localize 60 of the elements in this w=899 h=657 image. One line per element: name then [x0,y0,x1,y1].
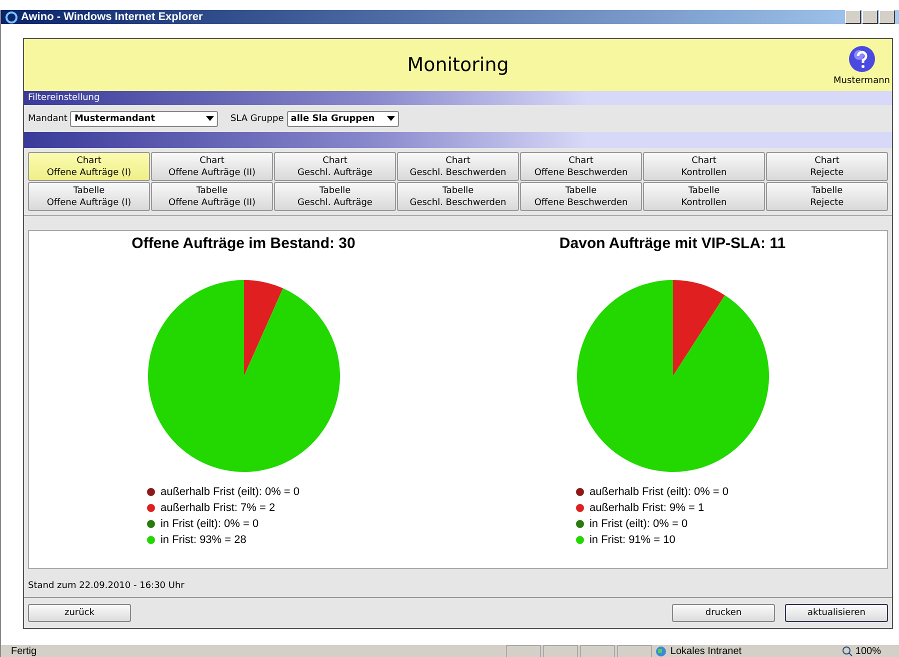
legend-dot [576,488,584,496]
status-text: Fertig [11,646,37,657]
page-title: Monitoring [407,54,509,76]
legend-label: außerhalb Frist (eilt): 0% = 0 [589,486,729,498]
user-name: Mustermann [834,76,890,86]
tab[interactable]: Tabelle Geschl. Beschwerden [397,182,519,211]
tab[interactable]: Chart Rejecte [766,152,888,181]
zoom-level[interactable]: 100% [855,646,881,657]
dropdown-arrow-icon [206,116,214,121]
tab[interactable]: Chart Geschl. Beschwerden [397,152,519,181]
tab[interactable]: Chart Offene Beschwerden [520,152,642,181]
tab[interactable]: Chart Offene Aufträge (II) [151,152,273,181]
legend-dot [147,520,156,528]
legend-label: außerhalb Frist: 9% = 1 [589,502,704,514]
tab[interactable]: Tabelle Offene Beschwerden [520,182,642,211]
zone-text: Lokales Intranet [670,646,743,657]
chart-title: Davon Aufträge mit VIP-SLA: 11 [559,235,786,252]
field-label: SLA Gruppe [230,114,284,124]
status-pane [506,645,542,657]
tab[interactable]: Tabelle Kontrollen [643,182,765,211]
legend-dot [147,504,156,512]
legend-label: in Frist (eilt): 0% = 0 [589,518,688,530]
tab[interactable]: Chart Geschl. Aufträge [274,152,396,181]
action-button[interactable]: aktualisieren [785,604,888,622]
globe-icon [654,646,668,657]
dropdown-field[interactable]: Mustermandant [70,110,218,126]
dropdown-arrow-icon [386,116,395,121]
status-pane [617,645,652,657]
legend-dot [576,520,584,528]
window-title: Awino - Windows Internet Explorer [21,11,203,23]
legend-dot [576,536,584,544]
action-button[interactable]: drucken [672,604,775,622]
legend-label: außerhalb Frist: 7% = 2 [160,502,276,514]
chart-title: Offene Aufträge im Bestand: 30 [132,235,356,252]
section-heading: Filtereinstellung [28,93,100,103]
status-pane [580,645,616,657]
tab[interactable]: Tabelle Geschl. Aufträge [274,182,396,211]
legend-label: außerhalb Frist (eilt): 0% = 0 [160,486,300,498]
tab[interactable]: Chart Kontrollen [643,152,765,181]
dropdown-field[interactable]: alle Sla Gruppen [286,110,399,126]
legend-label: in Frist (eilt): 0% = 0 [160,518,259,530]
minimize-button[interactable] [845,10,861,24]
legend-dot [147,488,156,496]
tab[interactable]: Tabelle Offene Aufträge (II) [151,182,273,211]
help-icon[interactable] [848,45,876,73]
zoom-icon[interactable] [842,646,854,657]
legend-dot [576,504,584,512]
tab[interactable]: Tabelle Offene Aufträge (I) [28,182,150,211]
legend-label: in Frist: 93% = 28 [160,534,246,546]
timestamp-text: Stand zum 22.09.2010 - 16:30 Uhr [27,580,186,593]
maximize-button[interactable] [862,10,878,24]
close-button[interactable] [879,10,895,24]
field-label: Mandant [28,114,68,124]
action-button[interactable]: zurück [28,604,131,622]
status-pane [543,645,578,657]
legend-dot [147,536,156,544]
legend-label: in Frist: 91% = 10 [589,534,676,546]
tab[interactable]: Chart Offene Aufträge (I) [28,152,150,181]
tab[interactable]: Tabelle Rejecte [766,182,888,211]
browser-icon [5,10,18,24]
